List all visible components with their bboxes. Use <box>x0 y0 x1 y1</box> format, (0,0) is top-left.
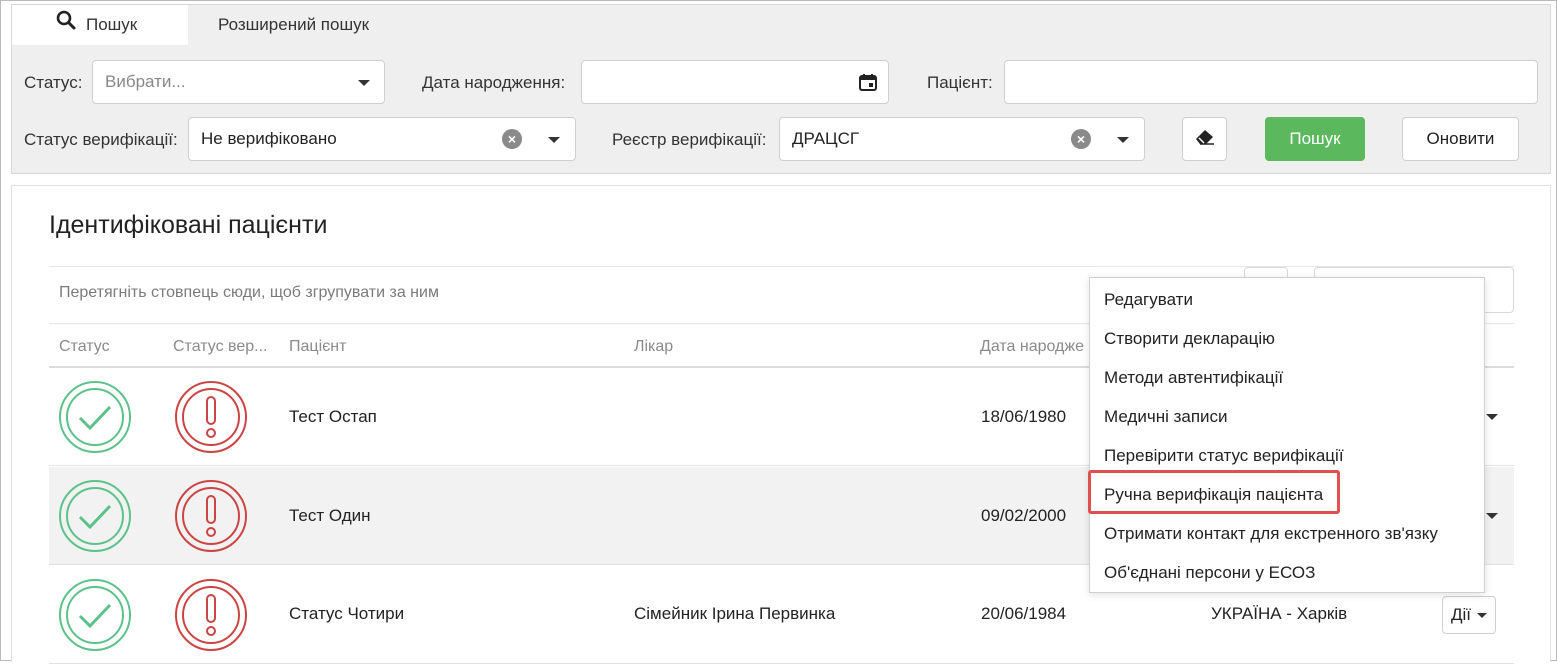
page-title: Ідентифіковані пацієнти <box>49 211 328 239</box>
check-circle-icon <box>59 579 131 651</box>
verification-status-label: Статус верифікації: <box>24 130 178 149</box>
verification-status-select[interactable]: Не верифіковано × <box>188 117 576 161</box>
patient-input[interactable] <box>1004 60 1538 104</box>
app-window: Пошук Розширений пошук Статус: Вибрати..… <box>0 0 1557 664</box>
menu-item-create-declaration[interactable]: Створити декларацію <box>1104 329 1275 349</box>
tab-search[interactable]: Пошук <box>12 5 188 45</box>
chevron-down-icon[interactable] <box>1486 513 1498 519</box>
verification-status-value: Не верифіковано <box>201 129 337 148</box>
patient-name: Статус Чотири <box>289 604 405 623</box>
exclamation-circle-icon <box>175 381 247 453</box>
chevron-down-icon <box>548 137 560 143</box>
verification-registry-select[interactable]: ДРАЦСГ × <box>779 117 1145 161</box>
menu-item-medical-records[interactable]: Медичні записи <box>1104 407 1228 427</box>
status-label: Статус: <box>24 73 83 92</box>
search-panel: Пошук Розширений пошук Статус: Вибрати..… <box>11 4 1551 174</box>
tab-advanced-label: Розширений пошук <box>218 15 370 34</box>
doctor-name: Сімейник Ірина Первинка <box>634 604 836 623</box>
exclamation-circle-icon <box>175 579 247 651</box>
verification-registry-label: Реєстр верифікації: <box>612 130 767 149</box>
birthdate: 20/06/1984 <box>981 604 1067 623</box>
clear-icon[interactable]: × <box>1071 129 1091 149</box>
birthdate: 09/02/2000 <box>981 506 1067 525</box>
tab-search-label: Пошук <box>86 15 138 34</box>
column-header-patient[interactable]: Пацієнт <box>289 338 346 356</box>
group-hint: Перетягніть стовпець сюди, щоб згрупуват… <box>59 284 439 301</box>
birthdate: 18/06/1980 <box>981 407 1067 426</box>
actions-dropdown-menu: Редагувати Створити декларацію Методи ав… <box>1089 277 1485 593</box>
patient-name: Тест Остап <box>289 407 377 426</box>
status-placeholder: Вибрати... <box>105 72 186 91</box>
check-circle-icon <box>59 381 131 453</box>
patient-name: Тест Один <box>289 506 371 525</box>
clear-icon[interactable]: × <box>502 129 522 149</box>
birthdate-input[interactable] <box>581 60 889 104</box>
search-icon <box>56 5 76 45</box>
menu-item-manual-verification[interactable]: Ручна верифікація пацієнта <box>1104 485 1323 505</box>
menu-item-merged-persons[interactable]: Об'єднані персони у ЕСОЗ <box>1104 563 1315 583</box>
eraser-icon <box>1194 127 1216 152</box>
location: УКРАЇНА - Харків <box>1211 604 1348 623</box>
clear-filters-button[interactable] <box>1182 117 1227 161</box>
status-select[interactable]: Вибрати... <box>92 60 385 104</box>
column-header-status[interactable]: Статус <box>59 338 110 356</box>
tab-advanced-search[interactable]: Розширений пошук <box>188 5 401 45</box>
chevron-down-icon <box>358 80 370 86</box>
exclamation-circle-icon <box>175 480 247 552</box>
actions-button[interactable]: Дії <box>1442 596 1497 634</box>
refresh-button[interactable]: Оновити <box>1402 117 1519 161</box>
chevron-down-icon[interactable] <box>1486 414 1498 420</box>
calendar-icon[interactable] <box>859 73 877 96</box>
patient-label: Пацієнт: <box>927 73 993 92</box>
actions-label: Дії <box>1451 605 1472 624</box>
verification-registry-value: ДРАЦСГ <box>792 129 860 148</box>
menu-item-emergency-contact[interactable]: Отримати контакт для екстренного зв'язку <box>1104 524 1438 544</box>
chevron-down-icon <box>1477 612 1488 618</box>
column-header-doctor[interactable]: Лікар <box>634 338 673 356</box>
menu-item-check-verification[interactable]: Перевірити статус верифікації <box>1104 446 1344 466</box>
menu-item-edit[interactable]: Редагувати <box>1104 290 1193 310</box>
chevron-down-icon <box>1117 137 1129 143</box>
birthdate-label: Дата народження: <box>422 73 566 92</box>
column-header-verification-status[interactable]: Статус вер... <box>173 338 267 356</box>
check-circle-icon <box>59 480 131 552</box>
search-button[interactable]: Пошук <box>1265 117 1365 161</box>
menu-item-auth-methods[interactable]: Методи автентифікації <box>1104 368 1283 388</box>
column-header-birthdate[interactable]: Дата народже <box>980 338 1084 356</box>
search-tabs: Пошук Розширений пошук <box>12 5 401 45</box>
